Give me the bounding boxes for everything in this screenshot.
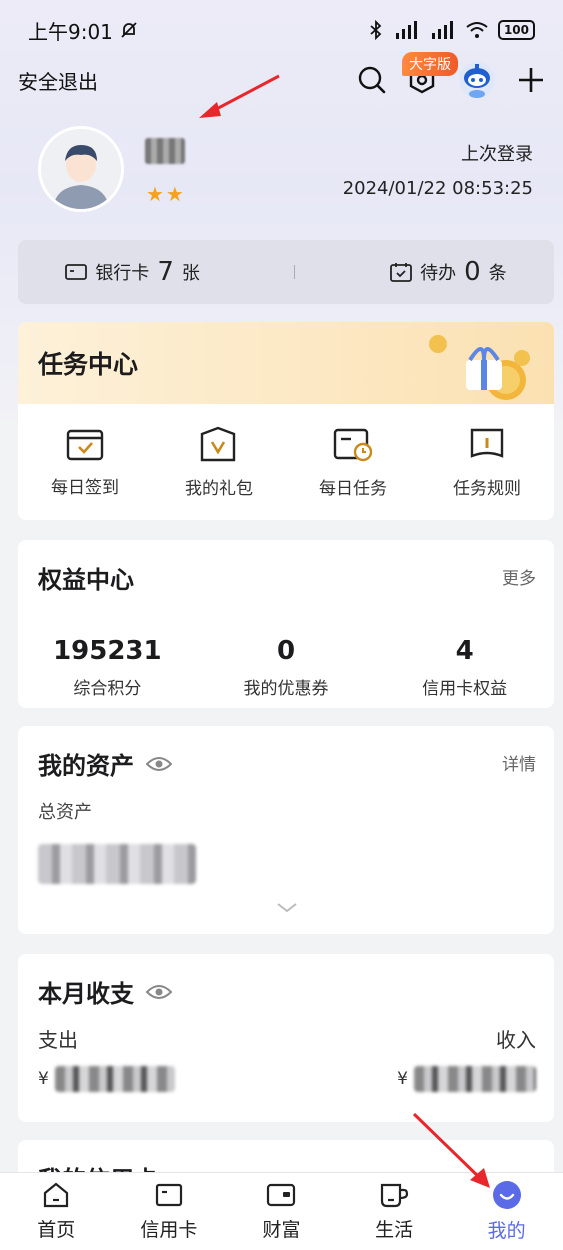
big-font-mode-badge[interactable]: 大字版 [402, 52, 458, 76]
rights-label: 我的优惠券 [243, 679, 329, 699]
battery-icon: 100 [497, 20, 535, 40]
expense-amount-blurred [54, 1066, 175, 1092]
gift-coins-illustration [429, 335, 530, 400]
todo-label: 待办 [420, 263, 457, 284]
task-item-label: 任务规则 [453, 478, 521, 499]
assets-title: 我的资产 [38, 752, 134, 780]
last-login-label: 上次登录 [461, 144, 533, 165]
task-item-label: 我的礼包 [185, 478, 253, 499]
bluetooth-icon [370, 20, 382, 40]
cup-icon [380, 1183, 409, 1208]
bank-card-count: 7 [157, 257, 174, 287]
income-value: ¥ [397, 1066, 536, 1092]
rights-item-points[interactable]: 195231 综合积分 [18, 636, 197, 699]
income-label: 收入 [496, 1028, 536, 1052]
chevron-down-icon[interactable] [276, 902, 298, 914]
header: 安全退出 [0, 55, 563, 105]
task-item-daily[interactable]: 每日任务 [286, 404, 420, 520]
eye-icon[interactable] [146, 983, 172, 1001]
expense-value: ¥ [38, 1066, 175, 1092]
checkin-icon [66, 429, 104, 460]
credit-card-icon [155, 1183, 182, 1207]
tab-credit-card[interactable]: 信用卡 [113, 1173, 226, 1250]
bottom-tab-bar: 首页 信用卡 财富 生活 我的 [0, 1172, 563, 1250]
task-center-header[interactable]: 任务中心 [18, 322, 554, 404]
logout-button[interactable]: 安全退出 [18, 66, 98, 95]
member-level-stars: ★★ [146, 182, 186, 206]
total-assets-value-blurred [38, 844, 196, 884]
divider [294, 265, 296, 279]
rights-value: 195231 [53, 636, 162, 666]
avatar[interactable] [38, 126, 124, 212]
rights-item-coupons[interactable]: 0 我的优惠券 [197, 636, 376, 699]
wallet-icon [267, 1183, 296, 1207]
assets-detail-link[interactable]: 详情 [502, 750, 536, 775]
task-item-label: 每日签到 [51, 477, 119, 498]
rights-center-title: 权益中心 [38, 566, 134, 594]
tab-label: 信用卡 [140, 1219, 198, 1241]
bank-card-label: 银行卡 [95, 263, 150, 284]
todo-summary[interactable]: 待办 0 条 [390, 257, 507, 287]
tab-label: 首页 [37, 1219, 76, 1241]
rights-item-credit-benefits[interactable]: 4 信用卡权益 [375, 636, 554, 699]
bank-card-unit: 张 [181, 263, 200, 284]
rules-book-icon [470, 428, 504, 458]
tab-wealth[interactable]: 财富 [225, 1173, 338, 1250]
search-icon[interactable] [357, 65, 387, 95]
task-item-label: 每日任务 [319, 478, 387, 499]
gift-bag-icon [200, 426, 236, 461]
rights-label: 信用卡权益 [422, 679, 508, 699]
monthly-title: 本月收支 [38, 980, 134, 1008]
mute-icon [121, 22, 137, 38]
tab-home[interactable]: 首页 [0, 1173, 113, 1250]
home-icon [44, 1182, 69, 1208]
robot-assistant-icon[interactable] [457, 60, 497, 100]
todo-unit: 条 [488, 263, 507, 284]
task-item-gift[interactable]: 我的礼包 [152, 404, 286, 520]
add-icon[interactable] [517, 66, 545, 94]
my-assets-card: 我的资产 详情 总资产 [18, 726, 554, 934]
task-center-title: 任务中心 [38, 350, 139, 379]
wifi-icon [466, 22, 488, 38]
total-assets-label: 总资产 [38, 802, 92, 823]
bank-card-summary[interactable]: 银行卡 7 张 [65, 257, 200, 287]
currency-symbol: ¥ [38, 1069, 49, 1089]
eye-icon[interactable] [146, 755, 172, 773]
status-bar: 上午9:01 100 [0, 0, 563, 60]
smile-icon [492, 1181, 521, 1209]
daily-task-icon [333, 428, 373, 461]
signal-icon-2 [431, 21, 453, 39]
signal-icon [395, 21, 417, 39]
default-avatar-icon [41, 129, 121, 209]
monthly-income-expense-card: 本月收支 支出 收入 ¥ ¥ [18, 954, 554, 1122]
rights-value: 0 [276, 636, 296, 666]
tab-mine[interactable]: 我的 [450, 1173, 563, 1250]
tab-life[interactable]: 生活 [338, 1173, 451, 1250]
bank-card-icon [65, 264, 88, 280]
rights-label: 综合积分 [73, 679, 142, 699]
last-login-time: 2024/01/22 08:53:25 [342, 178, 533, 199]
status-time: 上午9:01 [28, 16, 139, 45]
tab-label: 生活 [375, 1219, 414, 1241]
expense-label: 支出 [38, 1028, 78, 1052]
summary-bar: 银行卡 7 张 待办 0 条 [18, 240, 554, 304]
currency-symbol: ¥ [397, 1069, 408, 1089]
task-center-card: 任务中心 每日签到 我的礼包 每日任务 任务规则 [18, 322, 554, 520]
tab-label: 财富 [262, 1219, 301, 1241]
username-blurred [145, 138, 185, 164]
rights-more-link[interactable]: 更多 [502, 564, 536, 589]
tab-label: 我的 [487, 1220, 526, 1242]
income-amount-blurred [414, 1066, 536, 1092]
task-item-checkin[interactable]: 每日签到 [18, 404, 152, 520]
rights-value: 4 [455, 636, 474, 666]
todo-count: 0 [464, 257, 481, 287]
rights-center-card: 权益中心 更多 195231 综合积分 0 我的优惠券 4 信用卡权益 [18, 540, 554, 708]
todo-calendar-icon [390, 263, 413, 282]
task-item-rules[interactable]: 任务规则 [420, 404, 554, 520]
profile-section: ★★ 上次登录 2024/01/22 08:53:25 [0, 120, 563, 230]
